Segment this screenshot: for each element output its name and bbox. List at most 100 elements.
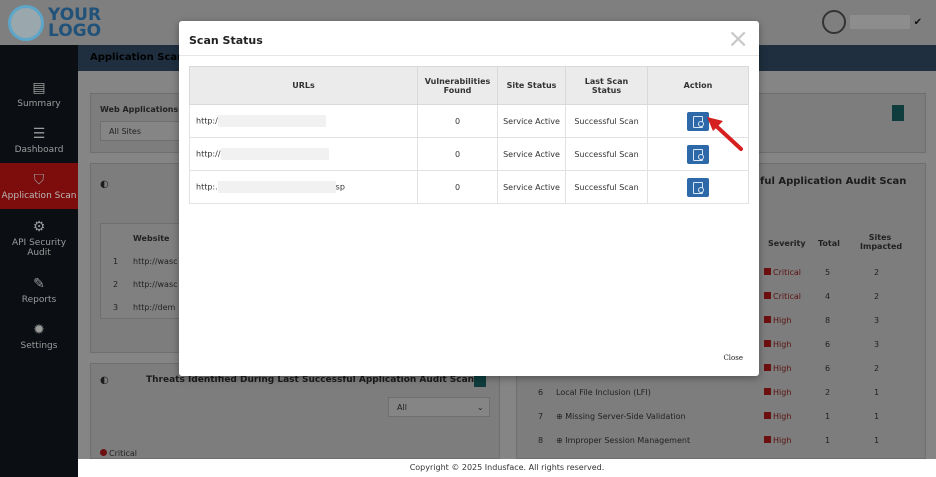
- table-row: 3: [113, 303, 119, 312]
- card-toggle-icon[interactable]: ◐: [100, 375, 109, 386]
- edit-icon: ✎: [33, 275, 45, 292]
- sidebar: ▤ Summary ☰ Dashboard ⛉ Application Scan…: [0, 45, 78, 477]
- site-status-cell: Service Active: [497, 104, 566, 138]
- table-row: http:. sp 0 Service Active Successful Sca…: [189, 170, 749, 204]
- column-vulnerabilities: Vulnerabilities Found: [417, 66, 498, 105]
- url-mask: [220, 148, 329, 160]
- table-row: 2: [113, 280, 119, 289]
- sidebar-item-label: Reports: [21, 294, 57, 305]
- footer: Copyright © 2025 Indusface. All rights r…: [78, 459, 936, 477]
- close-icon[interactable]: ×: [727, 26, 749, 52]
- sidebar-item-dashboard[interactable]: ☰ Dashboard: [0, 117, 78, 163]
- vuln-name[interactable]: ⊕ Missing Server-Side Validation: [556, 412, 686, 421]
- sidebar-item-summary[interactable]: ▤ Summary: [0, 71, 78, 117]
- page-title: Application Scan: [90, 52, 185, 63]
- modal-title: Scan Status: [189, 34, 263, 47]
- sidebar-item-application-scan[interactable]: ⛉ Application Scan: [0, 163, 78, 209]
- chevron-down-icon: ⌄: [477, 403, 484, 412]
- logo: YOUR LOGO: [8, 5, 101, 41]
- website-url[interactable]: http://wasc: [133, 257, 178, 266]
- severity-badge: Critical: [764, 292, 801, 301]
- vuln-sites: 2: [874, 364, 880, 373]
- sidebar-item-label: API Security Audit: [11, 237, 67, 258]
- vuln-num: 8: [538, 436, 544, 445]
- url-mask: [217, 115, 326, 127]
- table-row: 1: [113, 257, 119, 266]
- url-cell: http://: [189, 137, 418, 171]
- avatar[interactable]: [821, 10, 846, 34]
- web-apps-label: Web Applications: [100, 105, 179, 114]
- scan-status-cell: Successful Scan: [565, 137, 648, 171]
- vuln-sites: 3: [874, 340, 880, 349]
- threats-filter-select[interactable]: All ⌄: [388, 397, 490, 417]
- web-apps-select[interactable]: All Sites: [100, 121, 180, 141]
- vuln-total: 6: [825, 364, 831, 373]
- sidebar-item-settings[interactable]: ✹ Settings: [0, 313, 78, 359]
- vulns-cell: 0: [417, 170, 498, 204]
- column-urls: URLs: [189, 66, 418, 105]
- vuln-sites: 1: [874, 388, 880, 397]
- vuln-total: 4: [825, 292, 831, 301]
- url-text[interactable]: http://: [196, 150, 221, 159]
- api-icon: ⚙: [32, 218, 46, 235]
- card-toggle-icon[interactable]: ◐: [100, 179, 109, 190]
- total-header: Total: [818, 239, 840, 248]
- column-last-scan-status: Last Scan Status: [565, 66, 648, 105]
- logo-ring-icon: [8, 5, 44, 41]
- website-header: Website: [133, 234, 170, 243]
- action-cell: [647, 170, 749, 204]
- vuln-total: 1: [825, 412, 831, 421]
- url-text[interactable]: http:/: [196, 117, 218, 126]
- vuln-total: 2: [825, 388, 831, 397]
- summary-icon: ▤: [32, 79, 46, 96]
- severity-badge: Critical: [764, 268, 801, 277]
- column-site-status: Site Status: [497, 66, 566, 105]
- vuln-total: 8: [825, 316, 831, 325]
- site-status-cell: Service Active: [497, 170, 566, 204]
- website-url[interactable]: http://dem: [133, 303, 175, 312]
- dashboard-icon: ☰: [32, 125, 46, 142]
- vuln-sites: 2: [874, 268, 880, 277]
- severity-badge: High: [764, 436, 791, 445]
- vuln-sites: 3: [874, 316, 880, 325]
- sidebar-item-label: Summary: [17, 98, 61, 109]
- modal-divider: [179, 55, 759, 56]
- audit-title: ful Application Audit Scan: [760, 176, 907, 187]
- export-button[interactable]: [892, 105, 904, 121]
- sidebar-item-api-security-audit[interactable]: ⚙ API Security Audit: [0, 209, 78, 267]
- vuln-num: 7: [538, 412, 544, 421]
- site-status-cell: Service Active: [497, 137, 566, 171]
- vuln-total: 1: [825, 436, 831, 445]
- chevron-down-icon[interactable]: ✔: [914, 17, 922, 28]
- scan-status-modal: Scan Status × URLs Vulnerabilities Found…: [179, 21, 759, 376]
- url-cell: http:. sp: [189, 170, 418, 204]
- url-text[interactable]: http:.: [196, 183, 218, 192]
- user-menu[interactable]: ✔: [821, 10, 922, 34]
- vulns-cell: 0: [417, 104, 498, 138]
- web-apps-value: All Sites: [109, 127, 141, 136]
- url-cell: http:/: [189, 104, 418, 138]
- table-row: http:/ 0 Service Active Successful Scan: [189, 104, 749, 138]
- vuln-name[interactable]: ⊕ Improper Session Management: [556, 436, 690, 445]
- vuln-total: 5: [825, 268, 831, 277]
- logo-line2: LOGO: [48, 21, 102, 41]
- website-url[interactable]: http://wasc: [133, 280, 178, 289]
- severity-badge: High: [764, 340, 791, 349]
- vuln-name[interactable]: Local File Inclusion (LFI): [556, 388, 651, 397]
- severity-badge: High: [764, 316, 791, 325]
- close-button[interactable]: Close: [723, 354, 743, 362]
- url-suffix: sp: [335, 182, 345, 192]
- threats-info-button[interactable]: [474, 375, 486, 387]
- url-mask: [217, 181, 336, 193]
- scan-status-cell: Successful Scan: [565, 170, 648, 204]
- severity-badge: High: [764, 412, 791, 421]
- threats-title: Threats Identified During Last Successfu…: [146, 375, 475, 385]
- severity-badge: High: [764, 388, 791, 397]
- scan-status-cell: Successful Scan: [565, 104, 648, 138]
- view-report-button[interactable]: [687, 177, 709, 197]
- user-name-masked: [849, 15, 910, 29]
- severity-badge: High: [764, 364, 791, 373]
- threats-filter-value: All: [397, 403, 407, 412]
- sidebar-item-reports[interactable]: ✎ Reports: [0, 267, 78, 313]
- sidebar-item-label: Settings: [20, 340, 58, 351]
